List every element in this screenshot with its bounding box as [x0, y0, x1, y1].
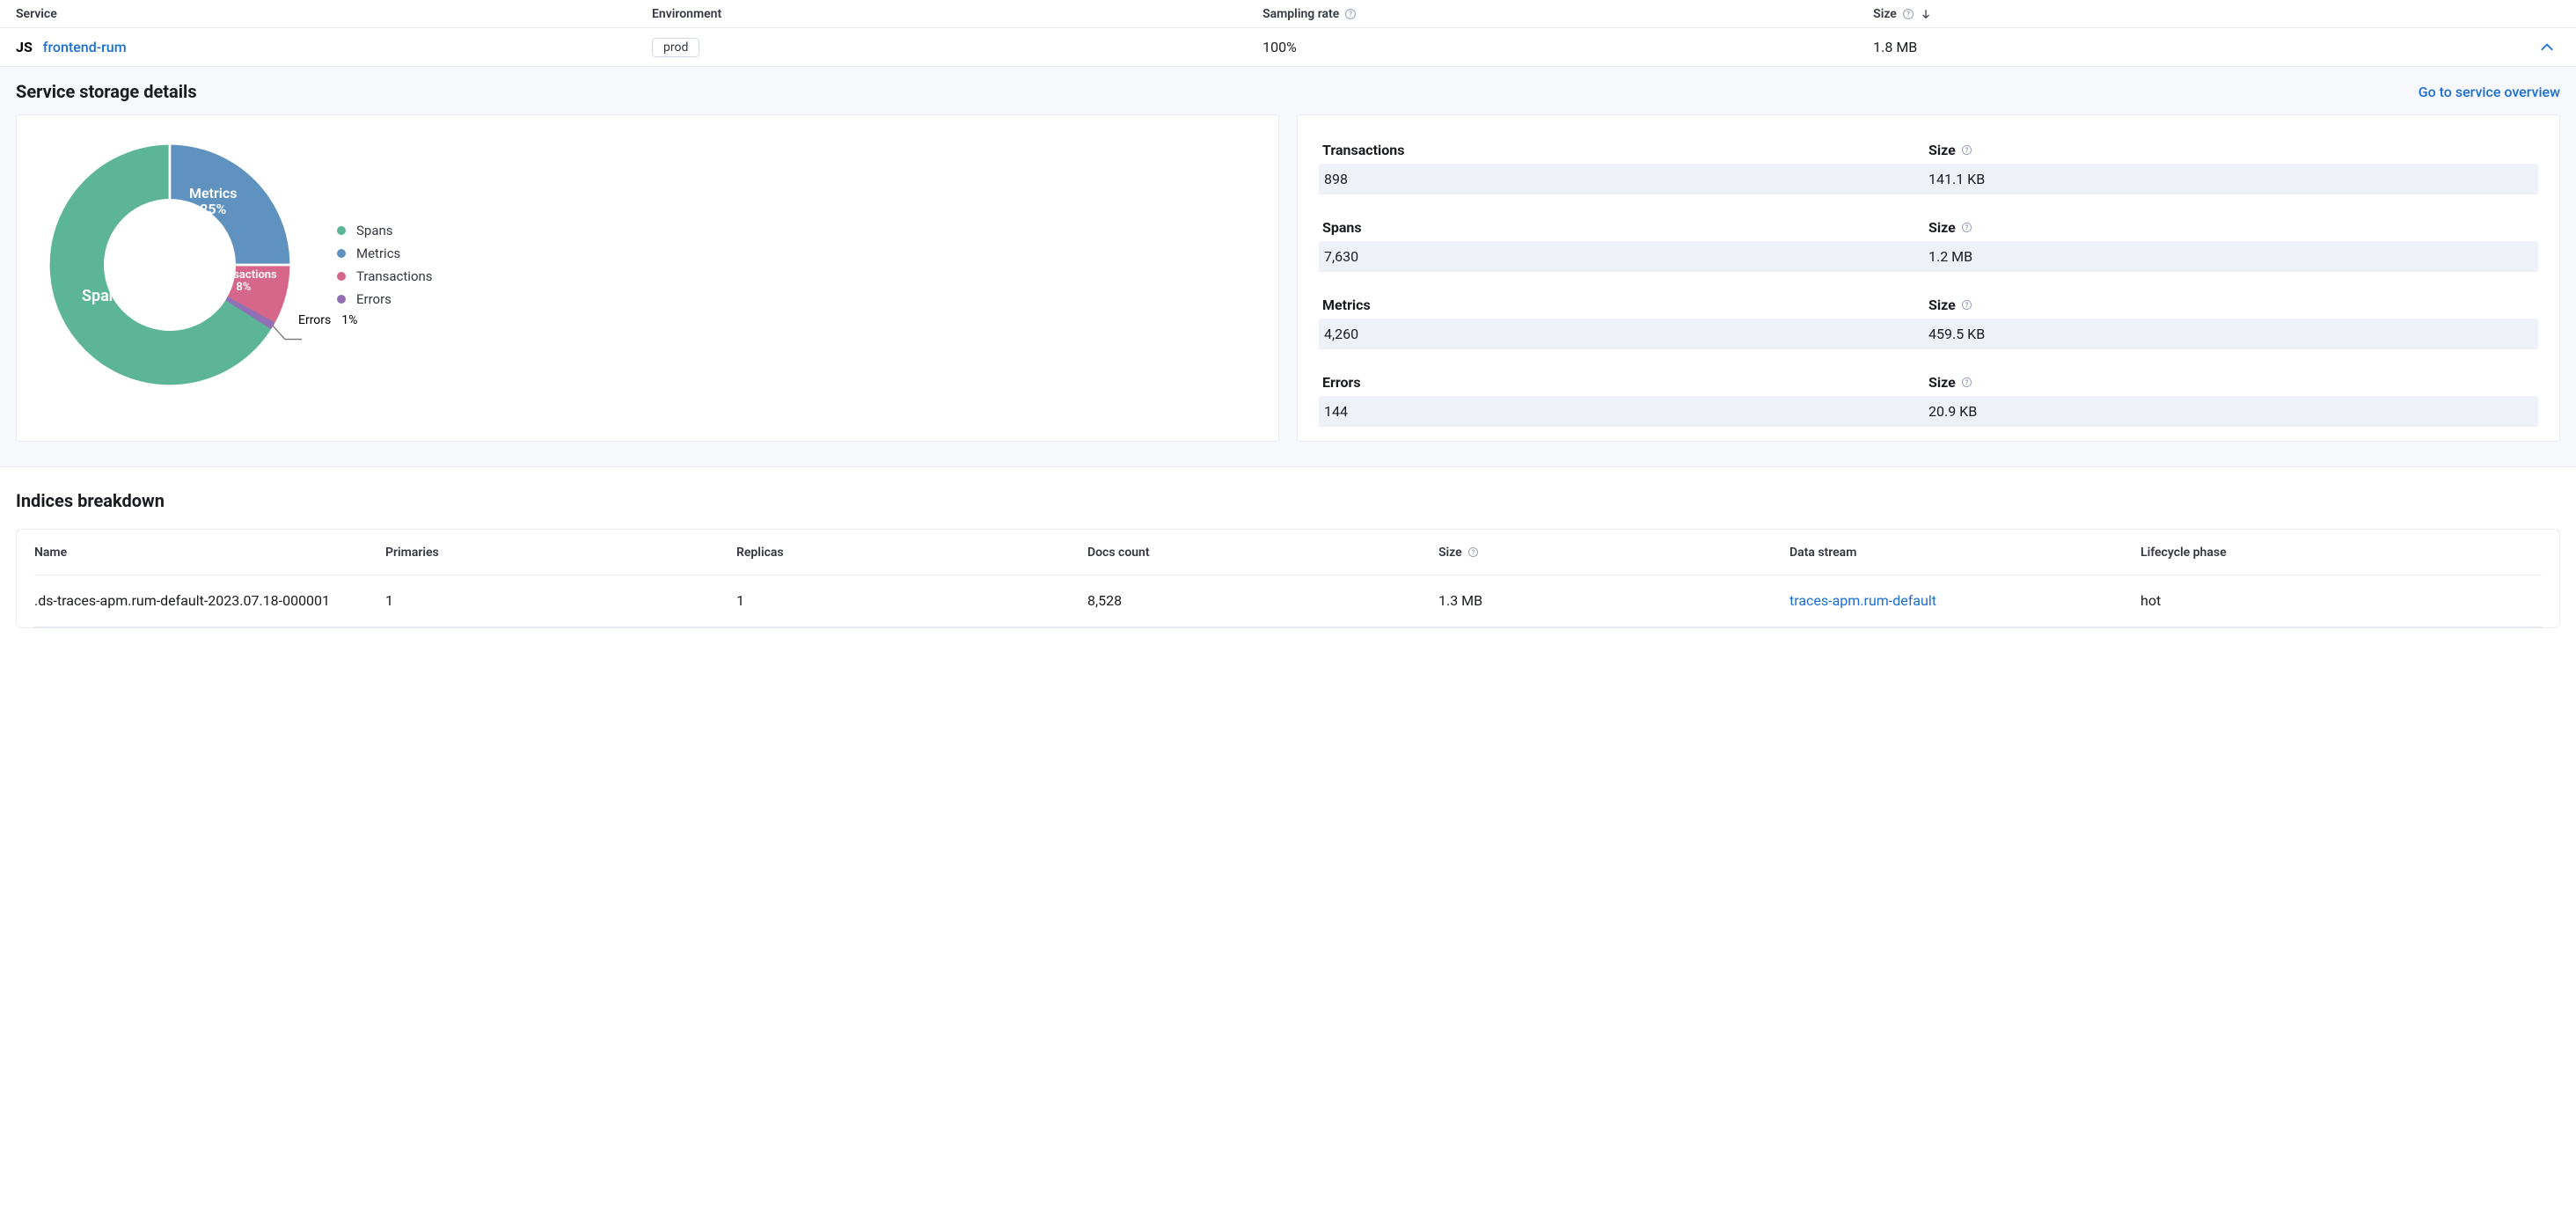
legend-dot-icon: [337, 272, 346, 281]
indices-table: Name Primaries Replicas Docs count Size …: [16, 529, 2560, 628]
stat-block-spans: Spans Size ? 7,630 1.2 MB: [1319, 214, 2538, 272]
donut-legend: Spans Metrics Transactions Errors: [337, 216, 433, 314]
legend-item-transactions[interactable]: Transactions: [337, 268, 433, 284]
col-sampling-rate-label: Sampling rate: [1262, 7, 1339, 21]
storage-donut-chart[interactable]: Spans 66% Metrics 25% Transactions 8% Er…: [38, 133, 302, 397]
idx-primaries-cell: 1: [385, 592, 736, 609]
col-environment[interactable]: Environment: [652, 7, 1262, 21]
svg-text:?: ?: [1471, 547, 1475, 555]
stat-size: 20.9 KB: [1928, 403, 2533, 420]
indices-title: Indices breakdown: [16, 490, 2560, 511]
svg-text:?: ?: [1965, 377, 1968, 385]
idx-col-docs[interactable]: Docs count: [1087, 546, 1438, 560]
col-service[interactable]: Service: [16, 7, 652, 21]
stat-label: Transactions: [1322, 142, 1928, 158]
service-name-link[interactable]: frontend-rum: [43, 39, 127, 55]
stat-size-label: Size: [1928, 142, 1956, 158]
donut-label-transactions: Transactions 8%: [210, 269, 277, 295]
legend-item-errors[interactable]: Errors: [337, 291, 433, 307]
idx-size-cell: 1.3 MB: [1438, 592, 1789, 609]
stat-count: 144: [1324, 403, 1928, 420]
donut-label-metrics: Metrics 25%: [189, 186, 237, 216]
idx-phase-cell: hot: [2141, 592, 2542, 609]
stat-size-label: Size: [1928, 219, 1956, 236]
storage-stats-card: Transactions Size ? 898 141.1 KB Spans S…: [1297, 114, 2560, 442]
donut-label-errors: Errors 1%: [298, 313, 357, 327]
idx-name-cell: .ds-traces-apm.rum-default-2023.07.18-00…: [34, 590, 385, 612]
legend-dot-icon: [337, 249, 346, 258]
stat-size: 459.5 KB: [1928, 326, 2533, 342]
storage-donut-card: Spans 66% Metrics 25% Transactions 8% Er…: [16, 114, 1279, 442]
help-icon[interactable]: ?: [1344, 8, 1357, 20]
services-table: Service Environment Sampling rate ? Size…: [0, 0, 2576, 67]
service-cell: JS frontend-rum: [16, 39, 652, 55]
service-storage-details: Service storage details Go to service ov…: [0, 67, 2576, 467]
svg-text:?: ?: [1906, 10, 1910, 18]
sampling-rate-cell: 100%: [1262, 39, 1873, 55]
stat-block-metrics: Metrics Size ? 4,260 459.5 KB: [1319, 291, 2538, 349]
col-size-label: Size: [1873, 7, 1897, 21]
col-service-label: Service: [16, 7, 57, 21]
idx-docs-cell: 8,528: [1087, 592, 1438, 609]
idx-col-size[interactable]: Size ?: [1438, 546, 1789, 560]
idx-col-phase[interactable]: Lifecycle phase: [2141, 546, 2542, 560]
collapse-icon[interactable]: [2539, 40, 2555, 55]
stat-size-label: Size: [1928, 374, 1956, 391]
idx-col-replicas[interactable]: Replicas: [736, 546, 1087, 560]
stat-label: Metrics: [1322, 297, 1928, 313]
stat-block-transactions: Transactions Size ? 898 141.1 KB: [1319, 136, 2538, 194]
legend-dot-icon: [337, 226, 346, 235]
environment-badge: prod: [652, 38, 699, 57]
indices-table-row: .ds-traces-apm.rum-default-2023.07.18-00…: [34, 575, 2542, 627]
go-to-service-overview-link[interactable]: Go to service overview: [2419, 84, 2560, 100]
donut-label-spans: Spans 66%: [82, 287, 159, 305]
service-lang-badge: JS: [16, 39, 33, 55]
sort-desc-icon: [1920, 8, 1932, 20]
help-icon[interactable]: ?: [1467, 546, 1480, 559]
idx-col-stream[interactable]: Data stream: [1789, 546, 2141, 560]
help-icon[interactable]: ?: [1961, 377, 1973, 389]
stat-block-errors: Errors Size ? 144 20.9 KB: [1319, 369, 2538, 427]
svg-text:?: ?: [1965, 223, 1968, 231]
stat-size: 1.2 MB: [1928, 248, 2533, 265]
svg-text:?: ?: [1965, 145, 1968, 153]
stat-size-label: Size: [1928, 297, 1956, 313]
legend-item-spans[interactable]: Spans: [337, 223, 433, 238]
environment-cell: prod: [652, 38, 1262, 57]
indices-breakdown: Indices breakdown Name Primaries Replica…: [0, 467, 2576, 644]
idx-col-primaries[interactable]: Primaries: [385, 546, 736, 560]
stat-count: 4,260: [1324, 326, 1928, 342]
idx-replicas-cell: 1: [736, 592, 1087, 609]
help-icon[interactable]: ?: [1961, 222, 1973, 234]
svg-text:?: ?: [1349, 10, 1352, 18]
service-row[interactable]: JS frontend-rum prod 100% 1.8 MB: [0, 28, 2576, 67]
indices-table-header: Name Primaries Replicas Docs count Size …: [34, 530, 2542, 575]
legend-dot-icon: [337, 295, 346, 304]
stat-size: 141.1 KB: [1928, 171, 2533, 187]
stat-count: 898: [1324, 171, 1928, 187]
stat-count: 7,630: [1324, 248, 1928, 265]
stat-label: Errors: [1322, 374, 1928, 391]
col-size[interactable]: Size ?: [1873, 7, 2484, 21]
storage-details-title: Service storage details: [16, 81, 197, 102]
col-environment-label: Environment: [652, 7, 721, 21]
svg-text:?: ?: [1965, 300, 1968, 308]
help-icon[interactable]: ?: [1961, 144, 1973, 157]
col-sampling-rate[interactable]: Sampling rate ?: [1262, 7, 1873, 21]
legend-item-metrics[interactable]: Metrics: [337, 245, 433, 261]
stat-label: Spans: [1322, 219, 1928, 236]
size-cell: 1.8 MB: [1873, 39, 2484, 55]
help-icon[interactable]: ?: [1961, 299, 1973, 311]
idx-col-name[interactable]: Name: [34, 546, 385, 560]
help-icon[interactable]: ?: [1902, 8, 1914, 20]
services-table-header: Service Environment Sampling rate ? Size…: [0, 0, 2576, 28]
idx-stream-link[interactable]: traces-apm.rum-default: [1789, 592, 1936, 609]
